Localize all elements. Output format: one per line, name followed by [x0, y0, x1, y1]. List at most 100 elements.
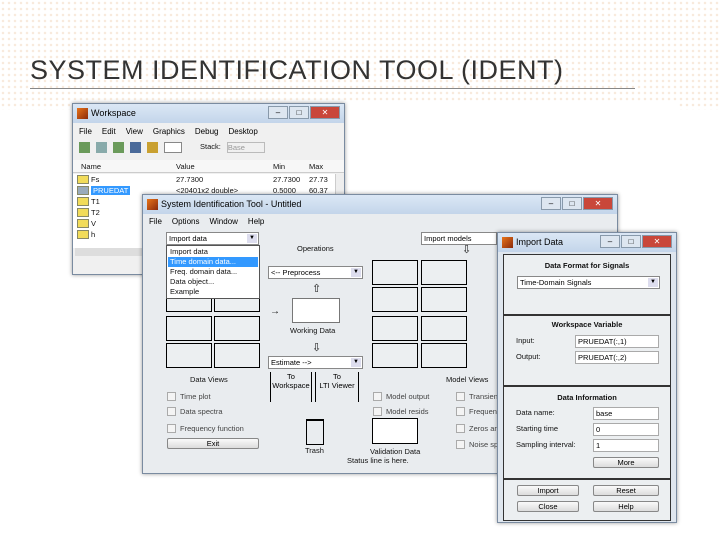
model-board-slot[interactable] [421, 287, 467, 312]
reset-button[interactable]: Reset [593, 485, 659, 496]
sampling-interval-field[interactable]: 1 [593, 439, 659, 452]
matlab-icon [502, 237, 513, 248]
import-models-select[interactable]: Import models [421, 232, 497, 245]
plot-icon[interactable] [164, 142, 182, 153]
workspace-toolbar: Stack: Base [79, 142, 265, 153]
new-variable-icon[interactable] [79, 142, 90, 153]
data-format-select[interactable]: Time-Domain Signals ▼ [517, 276, 660, 289]
data-name-field[interactable]: base [593, 407, 659, 420]
maximize-button[interactable]: □ [289, 106, 309, 119]
ident-titlebar[interactable]: System Identification Tool - Untitled – □… [143, 195, 617, 214]
data-board-slot[interactable] [214, 316, 260, 341]
working-data-board[interactable] [292, 298, 340, 323]
import-button[interactable]: Import [517, 485, 579, 496]
to-lti-viewer-board[interactable]: To LTI Viewer [315, 372, 359, 402]
variable-icon [77, 219, 89, 228]
variable-icon [77, 230, 89, 239]
validation-data-board[interactable] [372, 418, 418, 444]
stack-label: Stack: [200, 142, 221, 151]
data-format-heading: Data Format for Signals [544, 261, 630, 270]
workspace-titlebar[interactable]: Workspace – □ ✕ [73, 104, 344, 123]
dropdown-option[interactable]: Example [168, 287, 258, 297]
data-view-checkbox[interactable] [167, 407, 176, 416]
stack-select[interactable]: Base [226, 142, 265, 153]
import-titlebar[interactable]: Import Data – □ ✕ [498, 233, 676, 252]
menu-graphics[interactable]: Graphics [153, 127, 185, 136]
more-button[interactable]: More [593, 457, 659, 468]
model-view-checkbox[interactable] [373, 392, 382, 401]
maximize-button[interactable]: □ [562, 197, 582, 210]
variable-name: Fs [91, 175, 100, 184]
open-variable-icon[interactable] [96, 142, 107, 153]
data-info-heading: Data Information [557, 393, 617, 402]
matlab-icon [77, 108, 88, 119]
data-views-label: Data Views [190, 375, 228, 384]
data-name-label: Data name: [516, 408, 555, 417]
model-view-checkbox[interactable] [456, 407, 465, 416]
close-button[interactable]: ✕ [310, 106, 340, 119]
close-dialog-button[interactable]: Close [517, 501, 579, 512]
chevron-down-icon: ▼ [247, 234, 257, 243]
start-time-field[interactable]: 0 [593, 423, 659, 436]
data-format-section: Data Format for Signals Time-Domain Sign… [503, 254, 671, 315]
data-view-label: Time plot [180, 392, 211, 401]
menu-window[interactable]: Window [209, 217, 237, 226]
to-lti-line1: To [333, 372, 341, 381]
dropdown-option[interactable]: Import data [168, 247, 258, 257]
exit-button[interactable]: Exit [167, 438, 259, 449]
data-board-slot[interactable] [166, 343, 212, 368]
delete-icon[interactable] [147, 142, 158, 153]
model-board-slot[interactable] [372, 260, 418, 285]
preprocess-select[interactable]: <-- Preprocess ▼ [268, 266, 363, 279]
col-max[interactable]: Max [309, 162, 323, 171]
estimate-select[interactable]: Estimate --> ▼ [268, 356, 363, 369]
data-board-slot[interactable] [214, 343, 260, 368]
col-value[interactable]: Value [176, 162, 195, 171]
minimize-button[interactable]: – [268, 106, 288, 119]
col-name[interactable]: Name [81, 162, 101, 171]
close-button[interactable]: ✕ [583, 197, 613, 210]
model-view-checkbox[interactable] [373, 407, 382, 416]
trash-icon[interactable] [306, 419, 324, 445]
col-min[interactable]: Min [273, 162, 285, 171]
to-workspace-board[interactable]: To Workspace [270, 372, 312, 402]
variable-icon [77, 175, 89, 184]
model-view-checkbox[interactable] [456, 392, 465, 401]
menu-desktop[interactable]: Desktop [228, 127, 257, 136]
menu-file[interactable]: File [149, 217, 162, 226]
output-field[interactable]: PRUEDAT(:,2) [575, 351, 659, 364]
model-board-slot[interactable] [421, 260, 467, 285]
import-data-select[interactable]: Import data ▼ [166, 232, 259, 245]
help-button[interactable]: Help [593, 501, 659, 512]
menu-view[interactable]: View [126, 127, 143, 136]
model-board-slot[interactable] [421, 316, 467, 341]
dropdown-option[interactable]: Data object... [168, 277, 258, 287]
data-board-slot[interactable] [166, 316, 212, 341]
ws-variable-heading: Workspace Variable [551, 320, 623, 329]
import-data-icon[interactable] [113, 142, 124, 153]
menu-file[interactable]: File [79, 127, 92, 136]
model-board-slot[interactable] [372, 316, 418, 341]
model-board-slot[interactable] [372, 287, 418, 312]
input-field[interactable]: PRUEDAT(:,1) [575, 335, 659, 348]
model-view-label: Transient [469, 392, 500, 401]
save-icon[interactable] [130, 142, 141, 153]
model-board-slot[interactable] [421, 343, 467, 368]
menu-edit[interactable]: Edit [102, 127, 116, 136]
data-view-checkbox[interactable] [167, 424, 176, 433]
variable-row[interactable]: Fs 27.7300 27.7300 27.73 [73, 174, 334, 185]
dropdown-option[interactable]: Time domain data... [168, 257, 258, 267]
model-board-slot[interactable] [372, 343, 418, 368]
menu-options[interactable]: Options [172, 217, 200, 226]
ident-menubar: File Options Window Help [143, 217, 617, 226]
maximize-button[interactable]: □ [621, 235, 641, 248]
model-view-checkbox[interactable] [456, 440, 465, 449]
model-view-checkbox[interactable] [456, 424, 465, 433]
data-view-checkbox[interactable] [167, 392, 176, 401]
minimize-button[interactable]: – [541, 197, 561, 210]
menu-debug[interactable]: Debug [195, 127, 219, 136]
dropdown-option[interactable]: Freq. domain data... [168, 267, 258, 277]
minimize-button[interactable]: – [600, 235, 620, 248]
close-button[interactable]: ✕ [642, 235, 672, 248]
menu-help[interactable]: Help [248, 217, 264, 226]
